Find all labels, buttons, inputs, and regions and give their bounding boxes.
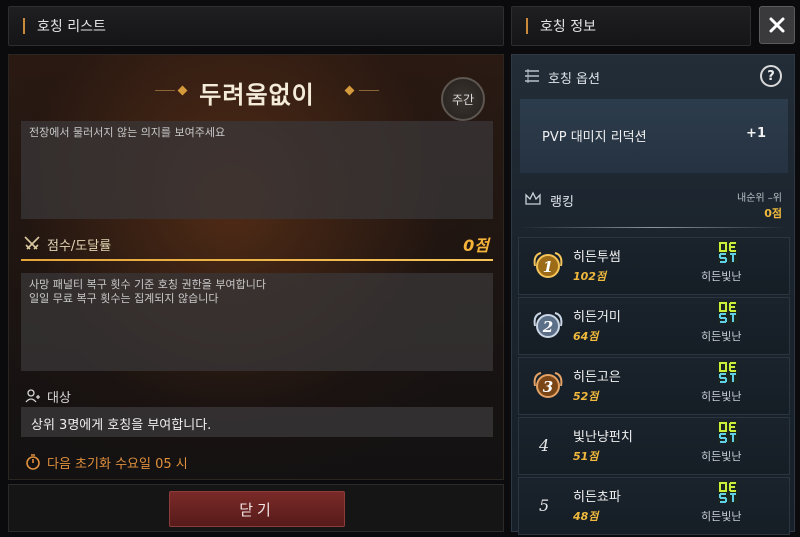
title-info-panel: 호칭 옵션 ? PVP 대미지 리덕션 +1 랭킹 내순위 –위 0점 1 히든투… <box>511 54 796 535</box>
player-name: 히든거미 <box>573 310 621 325</box>
close-button[interactable]: 닫기 <box>169 491 345 527</box>
stopwatch-icon <box>26 454 40 470</box>
close-icon <box>769 17 785 33</box>
ranking-row[interactable]: 3 히든고은 52점 히든빛난 <box>518 357 790 415</box>
ranking-label: 랭킹 <box>550 195 574 210</box>
title-name: 두려움없이 <box>199 81 315 109</box>
my-rank: 내순위 –위 <box>737 193 782 204</box>
weekly-badge: 주간 <box>441 77 485 121</box>
best-icon <box>717 240 739 264</box>
score-value: 0점 <box>463 236 489 255</box>
player-name: 히든쵸파 <box>573 490 621 505</box>
left-panel-header: 호칭 리스트 <box>8 6 504 46</box>
option-value: +1 <box>746 126 766 141</box>
my-score: 0점 <box>764 207 782 220</box>
best-icon <box>717 360 739 384</box>
rank-medal-icon: 1 <box>531 249 565 283</box>
ranking-row[interactable]: 1 히든투썸 102점 히든빛난 <box>518 237 790 295</box>
player-name: 히든투썸 <box>573 250 621 265</box>
rank-medal-icon: 2 <box>531 309 565 343</box>
rank-number: 4 <box>539 436 550 455</box>
player-score: 48점 <box>573 510 599 523</box>
right-panel-header: 호칭 정보 <box>511 6 751 46</box>
header-accent-bar <box>526 18 528 34</box>
player-title: 히든빛난 <box>701 390 742 403</box>
options-header: 호칭 옵션 ? <box>512 55 796 95</box>
rank-medal-icon: 3 <box>531 369 565 403</box>
crossed-swords-icon <box>24 236 40 250</box>
close-window-button[interactable] <box>759 6 795 44</box>
player-name: 빛난냥펀치 <box>573 430 633 445</box>
player-score: 52점 <box>573 390 599 403</box>
left-panel-title: 호칭 리스트 <box>37 19 106 35</box>
player-score: 51점 <box>573 450 599 463</box>
header-accent-bar <box>23 18 25 34</box>
player-title: 히든빛난 <box>701 510 742 523</box>
ranking-row[interactable]: 2 히든거미 64점 히든빛난 <box>518 297 790 355</box>
ranking-row[interactable]: 5 히든쵸파 48점 히든빛난 <box>518 477 790 535</box>
svg-text:2: 2 <box>542 318 553 336</box>
users-icon <box>25 389 40 403</box>
options-label: 호칭 옵션 <box>548 72 600 87</box>
title-row: 두려움없이 주간 <box>9 65 505 121</box>
condition-line: 사망 패널티 복구 횟수 기준 호칭 권한을 부여합니다 <box>29 278 266 291</box>
player-name: 히든고은 <box>573 370 621 385</box>
crown-icon <box>525 191 541 205</box>
ranking-divider <box>520 227 788 228</box>
target-label: 대상 <box>47 391 71 406</box>
player-title: 히든빛난 <box>701 270 742 283</box>
best-icon <box>717 420 739 444</box>
svg-text:1: 1 <box>543 258 553 276</box>
left-footer: 닫기 <box>8 484 504 532</box>
title-detail-panel: 두려움없이 주간 전장에서 물러서지 않는 의지를 보여주세요 점수/도달률 0… <box>8 54 504 480</box>
best-icon <box>717 300 739 324</box>
ranking-row[interactable]: 4 빛난냥펀치 51점 히든빛난 <box>518 417 790 475</box>
condition-line: 일일 무료 복구 횟수는 집계되지 않습니다 <box>29 292 219 305</box>
help-icon[interactable]: ? <box>760 65 782 87</box>
player-title: 히든빛난 <box>701 450 742 463</box>
score-label: 점수/도달률 <box>47 239 112 254</box>
reset-text: 다음 초기화 수요일 05 시 <box>47 457 188 472</box>
condition-box: 사망 패널티 복구 횟수 기준 호칭 권한을 부여합니다 일일 무료 복구 횟수… <box>21 273 493 371</box>
rank-number: 5 <box>539 496 550 515</box>
list-icon <box>525 69 539 83</box>
right-panel-title: 호칭 정보 <box>540 19 596 35</box>
option-name: PVP 대미지 리덕션 <box>542 130 647 145</box>
title-deco-line <box>359 90 379 91</box>
target-text: 상위 3명에게 호칭을 부여합니다. <box>21 407 493 437</box>
score-progress-bar <box>21 259 493 261</box>
option-box: PVP 대미지 리덕션 +1 <box>520 99 788 173</box>
player-score: 102점 <box>573 270 607 283</box>
score-row: 점수/도달률 0점 <box>21 231 493 261</box>
title-description: 전장에서 물러서지 않는 의지를 보여주세요 <box>21 121 493 219</box>
ranking-header: 랭킹 내순위 –위 0점 <box>512 183 796 229</box>
player-title: 히든빛난 <box>701 330 742 343</box>
best-icon <box>717 480 739 504</box>
player-score: 64점 <box>573 330 599 343</box>
svg-text:3: 3 <box>543 378 553 396</box>
